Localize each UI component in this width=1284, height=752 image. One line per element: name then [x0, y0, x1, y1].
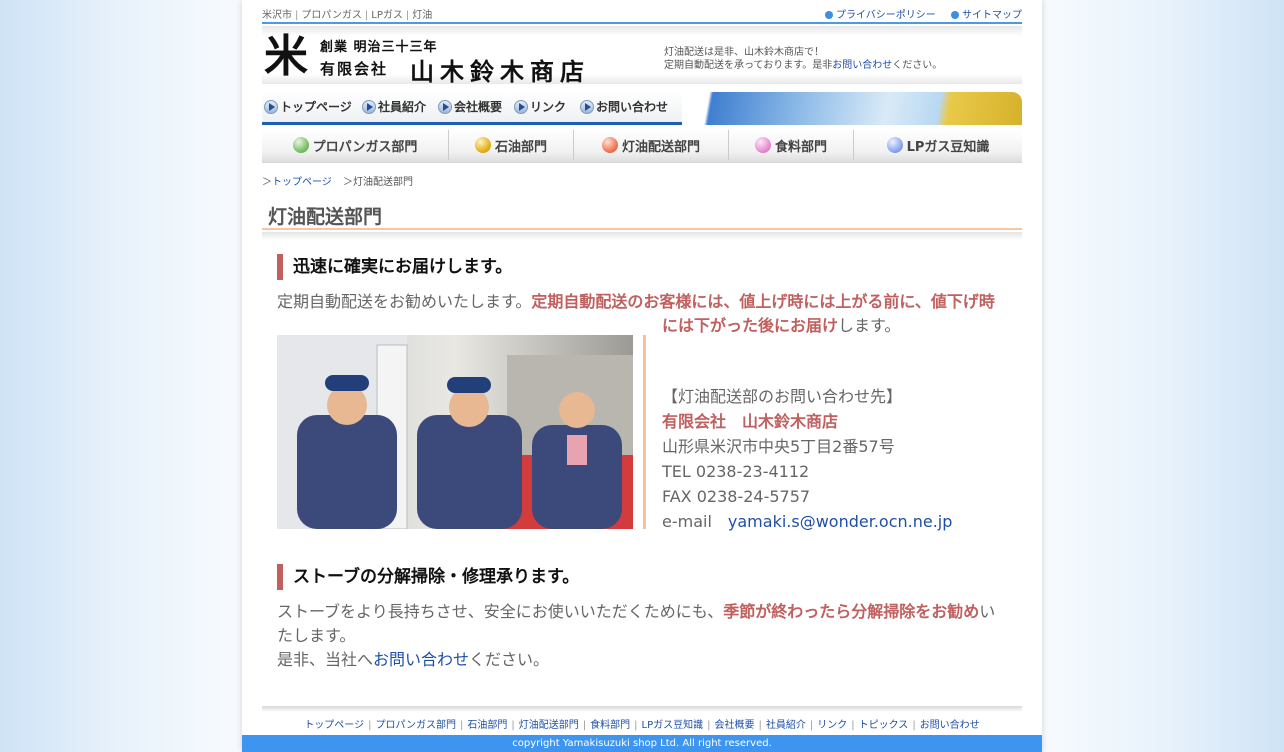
- pink-ball-icon: [754, 137, 771, 153]
- nav-item-company[interactable]: 会社概要: [438, 98, 502, 115]
- contact-email-row: e-mail yamaki.s@wonder.ocn.ne.jp: [662, 509, 952, 534]
- title-shadow: [262, 232, 1022, 240]
- arrow-icon: [264, 99, 278, 114]
- section1-intro-cont: には下がった後にお届けします。: [662, 316, 901, 335]
- arrow-icon: [362, 99, 376, 114]
- footer-link[interactable]: プロパンガス部門: [376, 720, 457, 731]
- breadcrumb-home-link[interactable]: トップページ: [272, 177, 332, 188]
- main-nav: トップページ 社員紹介 会社概要 リンク お問い合わせ: [262, 92, 1022, 126]
- footer-link[interactable]: 社員紹介: [766, 720, 806, 731]
- section-heading-stove: ストーブの分解掃除・修理承ります。: [277, 564, 579, 590]
- keyword-tag: プロパンガス: [301, 10, 362, 21]
- footer-link[interactable]: 会社概要: [714, 720, 754, 731]
- dept-lpgas-knowledge[interactable]: LPガス豆知識: [854, 130, 1022, 160]
- site-header: 米 創業 明治三十三年 有限会社 山木鈴木商店 灯油配送は是非、山木鈴木商店で！…: [262, 26, 1022, 87]
- keyword-tag: LPガス: [371, 10, 403, 21]
- breadcrumb-current: 灯油配送部門: [353, 177, 413, 188]
- footer-link[interactable]: リンク: [817, 720, 847, 731]
- orange-ball-icon: [601, 137, 618, 153]
- highlight-text: には下がった後にお届け: [662, 316, 839, 335]
- contact-company: 有限会社 山木鈴木商店: [662, 412, 839, 431]
- page-title-block: 灯油配送部門: [262, 200, 1022, 240]
- footer-link[interactable]: トップページ: [304, 720, 364, 731]
- breadcrumb-separator: ＞: [343, 177, 353, 188]
- dept-oil[interactable]: 石油部門: [449, 130, 574, 160]
- staff-photo: [277, 335, 633, 529]
- green-ball-icon: [292, 137, 309, 153]
- contact-link[interactable]: お問い合わせ: [373, 650, 469, 669]
- nav-banner-image: [682, 92, 1022, 125]
- section-heading-delivery: 迅速に確実にお届けします。: [277, 254, 512, 280]
- sitemap-link[interactable]: サイトマップ: [951, 10, 1022, 21]
- section1-intro: 定期自動配送をお勧めいたします。定期自動配送のお客様には、値上げ時には上がる前に…: [277, 292, 995, 311]
- contact-tel: TEL 0238-23-4112: [662, 462, 810, 481]
- email-link[interactable]: yamaki.s@wonder.ocn.ne.jp: [728, 512, 953, 531]
- nav-item-links[interactable]: リンク: [514, 98, 566, 115]
- photo-divider: [643, 335, 646, 529]
- section2-text: ストーブをより長持ちさせ、安全にお使いいただくためにも、季節が終わったら分解掃除…: [277, 602, 996, 669]
- email-label: e-mail: [662, 512, 712, 531]
- contact-fax: FAX 0238-24-5757: [662, 487, 811, 506]
- footer-link[interactable]: トピックス: [859, 720, 909, 731]
- footer-link[interactable]: LPガス豆知識: [642, 720, 704, 731]
- keyword-tag: 灯油: [412, 10, 433, 21]
- contact-address: 山形県米沢市中央5丁目2番57号: [662, 437, 895, 456]
- nav-item-contact[interactable]: お問い合わせ: [580, 98, 668, 115]
- page-title: 灯油配送部門: [268, 206, 383, 228]
- dept-propane[interactable]: プロパンガス部門: [262, 130, 449, 160]
- company-name: 山木鈴木商店: [410, 57, 590, 86]
- yellow-ball-icon: [474, 137, 491, 153]
- contact-info: 【灯油配送部のお問い合わせ先】 有限会社 山木鈴木商店 山形県米沢市中央5丁目2…: [662, 384, 952, 534]
- highlight-text: 定期自動配送のお客様には、値上げ時には上がる前に、値下げ時: [531, 292, 995, 311]
- nav-item-staff[interactable]: 社員紹介: [362, 98, 426, 115]
- title-underline: [262, 228, 1022, 230]
- company-logo[interactable]: 米 創業 明治三十三年 有限会社 山木鈴木商店: [264, 31, 604, 87]
- header-tagline: 灯油配送は是非、山木鈴木商店で！ 定期自動配送を承っております。是非お問い合わせ…: [664, 46, 942, 72]
- footer-link[interactable]: 灯油配送部門: [519, 720, 579, 731]
- keyword-tag: 米沢市: [262, 10, 292, 21]
- arrow-icon: [438, 99, 452, 114]
- nav-item-top[interactable]: トップページ: [264, 98, 352, 115]
- utility-links: プライバシーポリシー サイトマップ: [813, 6, 1022, 21]
- footer-link[interactable]: 石油部門: [467, 720, 507, 731]
- tagline-line: 定期自動配送を承っております。是非お問い合わせください。: [664, 60, 943, 71]
- arrow-icon: [514, 99, 528, 114]
- bullet-icon: [825, 11, 833, 19]
- tagline-line: 灯油配送は是非、山木鈴木商店で！: [664, 47, 824, 58]
- breadcrumb-separator: ＞: [262, 177, 272, 188]
- privacy-policy-link[interactable]: プライバシーポリシー: [825, 10, 936, 21]
- blue-ball-icon: [886, 137, 903, 153]
- contact-link[interactable]: お問い合わせ: [832, 60, 892, 71]
- footer-link[interactable]: お問い合わせ: [920, 720, 980, 731]
- department-menu: プロパンガス部門 石油部門 灯油配送部門 食料部門 LPガス豆知識: [262, 130, 1022, 163]
- highlight-text: 季節が終わったら分解掃除をお勧め: [723, 602, 980, 621]
- top-bar: 米沢市 | プロパンガス | LPガス | 灯油 プライバシーポリシー サイトマップ: [262, 0, 1022, 24]
- dept-food[interactable]: 食料部門: [729, 130, 854, 160]
- footer-nav: トップページ | プロパンガス部門 | 石油部門 | 灯油配送部門 | 食料部門 | LPガス豆知識…: [304, 720, 980, 731]
- company-mark-icon: 米: [264, 31, 308, 82]
- breadcrumb: ＞トップページ ＞灯油配送部門: [262, 173, 1022, 188]
- keyword-tags: 米沢市 | プロパンガス | LPガス | 灯油: [262, 10, 433, 21]
- dept-kerosene-delivery[interactable]: 灯油配送部門: [574, 130, 729, 160]
- footer-link[interactable]: 食料部門: [590, 720, 630, 731]
- bullet-icon: [951, 11, 959, 19]
- arrow-icon: [580, 99, 594, 114]
- contact-heading: 【灯油配送部のお問い合わせ先】: [662, 387, 903, 406]
- company-type: 有限会社: [320, 60, 389, 78]
